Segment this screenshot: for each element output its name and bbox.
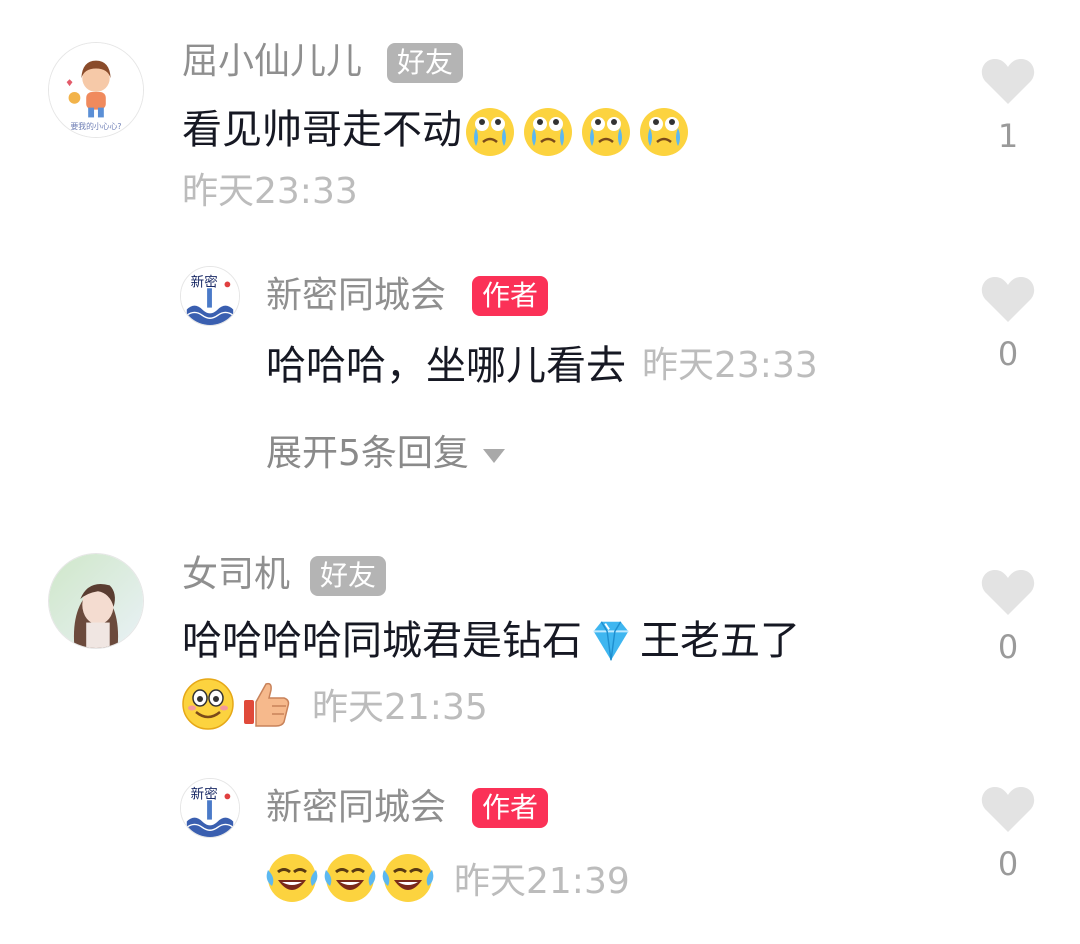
heart-icon: [981, 569, 1035, 615]
author-badge: 作者: [472, 276, 549, 316]
reply-timestamp: 昨天23:33: [642, 345, 818, 386]
comment-timestamp: 昨天21:35: [312, 687, 488, 728]
like-count: 0: [997, 335, 1019, 373]
crying-emoji-icon: [462, 102, 518, 158]
comment-emoji-row: 昨天21:35: [180, 676, 488, 732]
like-button[interactable]: 0: [978, 784, 1038, 884]
smile-emoji-icon: [180, 676, 236, 732]
expand-replies-label: 展开5条回复: [266, 433, 469, 474]
reply-text-row[interactable]: 哈哈哈，坐哪儿看去 昨天23:33: [266, 339, 818, 393]
heart-icon: [981, 58, 1035, 104]
reply-text: 哈哈哈，坐哪儿看去: [266, 343, 626, 389]
avatar[interactable]: 要我的小心心?: [48, 42, 144, 138]
laugh-cry-emoji-icon: [264, 850, 320, 906]
city-logo-avatar-icon: 新密: [181, 267, 239, 325]
city-logo-avatar-icon: 新密: [181, 779, 239, 837]
svg-text:新密: 新密: [191, 785, 218, 802]
comment-author-name[interactable]: 屈小仙儿儿: [182, 40, 362, 84]
thumbs-up-emoji-icon: [238, 676, 294, 732]
heart-icon: [981, 276, 1035, 322]
like-button[interactable]: 0: [978, 567, 1038, 667]
laugh-cry-emoji-icon: [380, 850, 436, 906]
svg-text:要我的小心心?: 要我的小心心?: [70, 121, 121, 131]
comment-text: 看见帅哥走不动: [182, 107, 462, 153]
comment-timestamp: 昨天23:33: [182, 171, 358, 212]
friend-badge: 好友: [310, 556, 387, 596]
comment-text: 哈哈哈哈同城君是钻石: [182, 618, 582, 664]
laugh-cry-emoji-icon: [322, 850, 378, 906]
like-count: 0: [997, 845, 1019, 883]
heart-icon: [981, 786, 1035, 832]
reply-timestamp: 昨天21:39: [454, 861, 630, 902]
reply-author-name[interactable]: 新密同城会: [266, 786, 446, 830]
comment-text-row[interactable]: 看见帅哥走不动: [182, 102, 694, 158]
avatar[interactable]: [48, 553, 144, 649]
crying-emoji-icon: [520, 102, 576, 158]
like-button[interactable]: 1: [978, 56, 1038, 156]
comment-text: 王老五了: [640, 618, 800, 664]
reply-author-name[interactable]: 新密同城会: [266, 274, 446, 318]
crying-emoji-icon: [578, 102, 634, 158]
friend-badge: 好友: [387, 43, 464, 83]
crying-emoji-icon: [636, 102, 692, 158]
caret-down-icon: [482, 449, 505, 463]
woman-photo-avatar-icon: [49, 554, 143, 648]
like-count: 1: [997, 117, 1019, 155]
svg-text:新密: 新密: [191, 273, 218, 290]
girl-cartoon-avatar-icon: 要我的小心心?: [49, 43, 143, 137]
comment-text-row[interactable]: 哈哈哈哈同城君是钻石 王老五了: [182, 614, 800, 668]
expand-replies-button[interactable]: 展开5条回复: [266, 432, 505, 476]
avatar[interactable]: 新密: [180, 778, 240, 838]
comment-author-name[interactable]: 女司机: [182, 553, 290, 597]
reply-emoji-row[interactable]: 昨天21:39: [264, 850, 630, 906]
author-badge: 作者: [472, 788, 549, 828]
like-button[interactable]: 0: [978, 274, 1038, 374]
like-count: 0: [997, 628, 1019, 666]
diamond-emoji-icon: [584, 614, 638, 668]
avatar[interactable]: 新密: [180, 266, 240, 326]
